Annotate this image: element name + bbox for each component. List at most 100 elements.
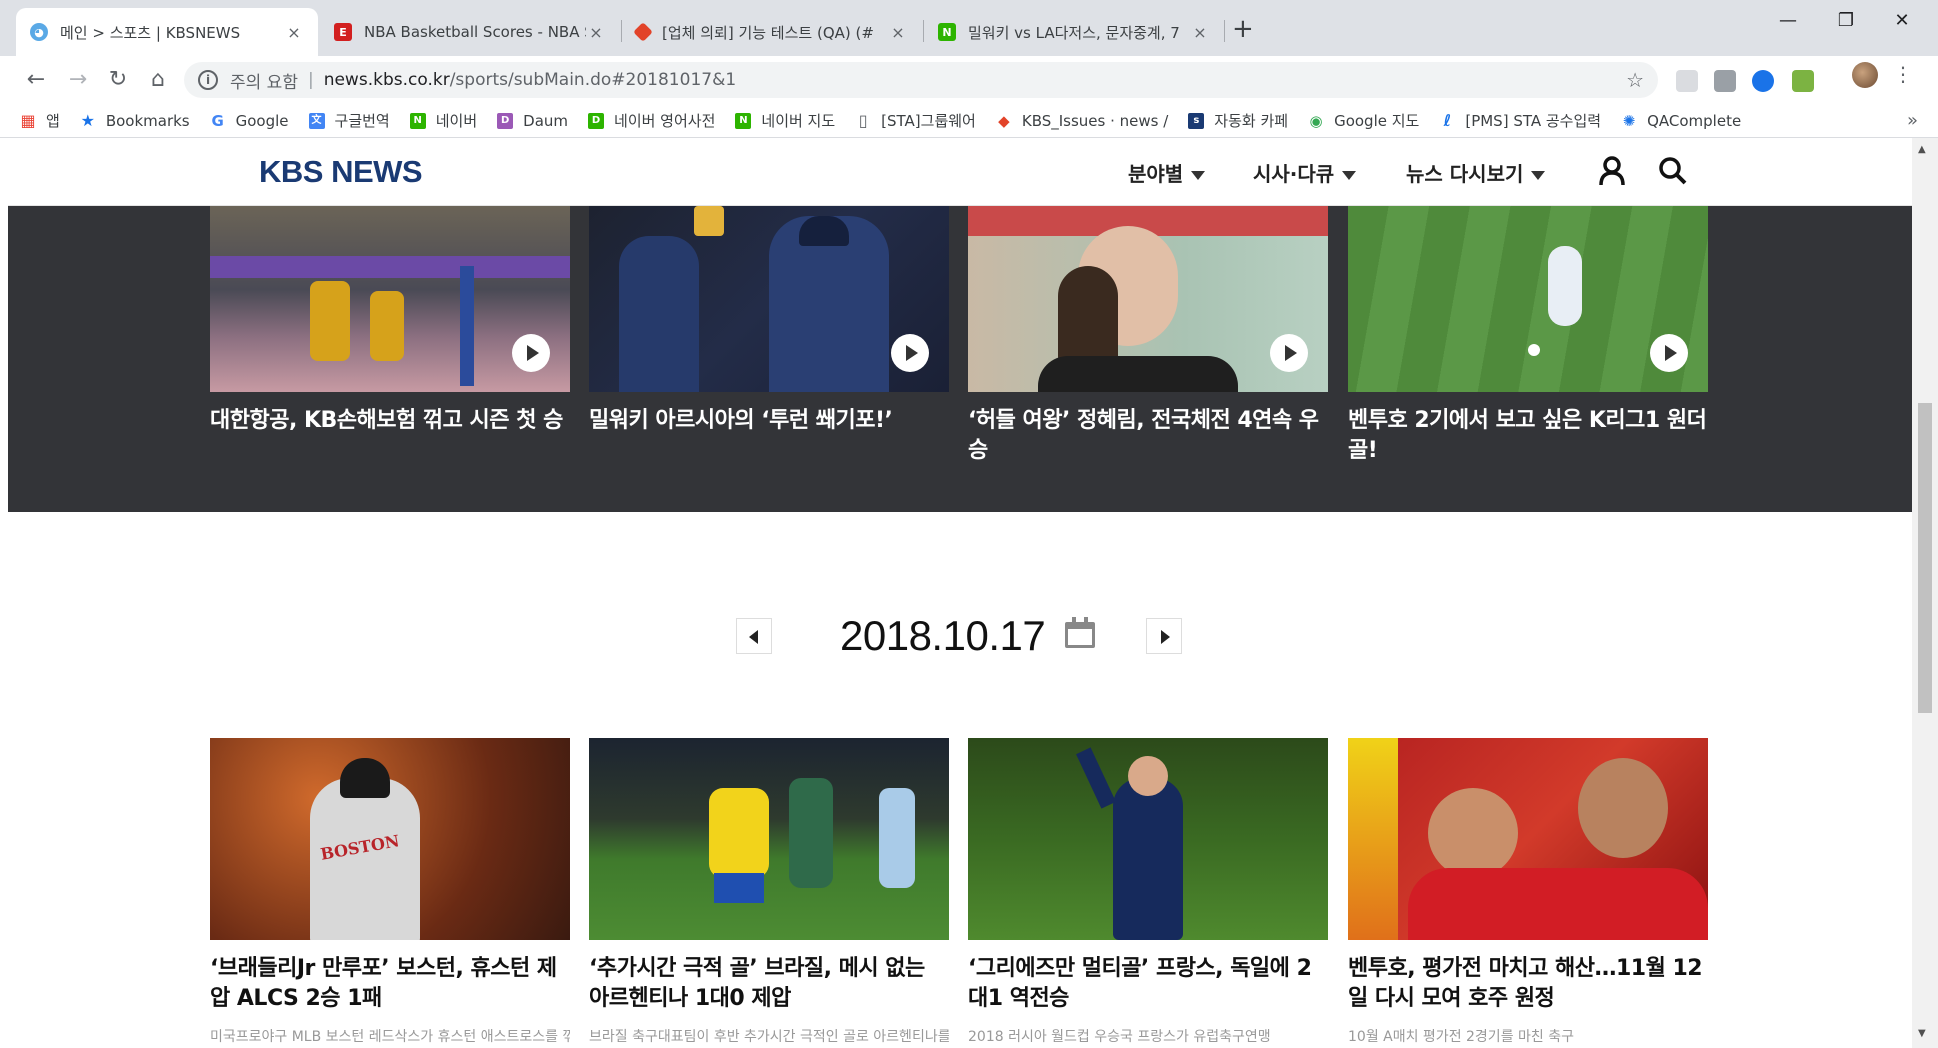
- star-icon: ★: [80, 110, 95, 130]
- back-button[interactable]: ←: [20, 64, 52, 96]
- news-summary[interactable]: 2018 러시아 월드컵 우승국 프랑스가 유럽축구연맹: [968, 1026, 1328, 1046]
- search-icon[interactable]: [1658, 156, 1688, 193]
- play-icon[interactable]: [1270, 334, 1308, 372]
- scroll-up-icon[interactable]: ▲: [1918, 144, 1926, 155]
- scrollbar-thumb[interactable]: [1918, 403, 1932, 713]
- window-close-button[interactable]: ✕: [1874, 10, 1930, 31]
- bookmark-kbs-issues[interactable]: ◆ KBS_Issues · news /: [996, 112, 1168, 130]
- news-thumbnail[interactable]: [589, 738, 949, 940]
- video-thumbnail[interactable]: [1348, 206, 1708, 392]
- bookmarks-bar: ▦ 앱 ★ Bookmarks G Google 文 구글번역 N 네이버 D Daum D…: [0, 104, 1938, 138]
- bookmark-star-icon[interactable]: ☆: [1626, 68, 1644, 92]
- scroll-down-icon[interactable]: ▼: [1918, 1028, 1926, 1039]
- bookmark-pms[interactable]: ℓ [PMS] STA 공수입력: [1439, 110, 1602, 131]
- bookmark-naver-map[interactable]: N 네이버 지도: [735, 110, 835, 131]
- bookmark-bookmarks[interactable]: ★ Bookmarks: [80, 112, 190, 130]
- profile-avatar[interactable]: [1852, 62, 1878, 88]
- user-icon[interactable]: [1598, 156, 1626, 193]
- ladder-extension-icon[interactable]: [1792, 70, 1814, 92]
- video-section: 대한항공, KB손해보험 꺾고 시즌 첫 승 밀워키 아르시아의 ‘투런 쐐기포…: [8, 206, 1912, 512]
- news-summary[interactable]: 브라질 축구대표팀이 후반 추가시간 극적인 골로 아르헨티나를: [589, 1026, 949, 1046]
- news-thumbnail[interactable]: BOSTON: [210, 738, 570, 940]
- bookmark-auto-cafe[interactable]: s 자동화 카페: [1188, 110, 1288, 131]
- video-thumbnail[interactable]: [968, 206, 1328, 392]
- news-card[interactable]: BOSTON ‘브래들리Jr 만루포’ 보스턴, 휴스턴 제압 ALCS 2승 …: [210, 738, 570, 1046]
- caret-down-icon: [1531, 171, 1546, 180]
- bookmark-qacomplete[interactable]: ✺ QAComplete: [1621, 112, 1741, 130]
- next-date-button[interactable]: [1146, 618, 1182, 654]
- bookmarks-overflow-icon[interactable]: »: [1907, 110, 1918, 131]
- home-button[interactable]: ⌂: [142, 64, 174, 96]
- close-icon[interactable]: ×: [888, 23, 908, 42]
- close-icon[interactable]: ×: [586, 23, 606, 42]
- play-icon[interactable]: [512, 334, 550, 372]
- forward-button[interactable]: →: [62, 64, 94, 96]
- video-thumbnail[interactable]: [589, 206, 949, 392]
- news-card[interactable]: 벤투호, 평가전 마치고 해산…11월 12일 다시 모여 호주 원정 10월 …: [1348, 738, 1708, 1046]
- address-separator: |: [307, 70, 314, 90]
- network-extension-icon[interactable]: [1752, 70, 1774, 92]
- video-title[interactable]: 밀워키 아르시아의 ‘투런 쐐기포!’: [589, 406, 949, 436]
- nav-news-replay[interactable]: 뉴스 다시보기: [1406, 158, 1546, 187]
- play-icon[interactable]: [891, 334, 929, 372]
- current-date: 2018.10.17: [840, 612, 1046, 659]
- nav-current-affairs[interactable]: 시사·다큐: [1253, 158, 1357, 187]
- news-title[interactable]: ‘브래들리Jr 만루포’ 보스턴, 휴스턴 제압 ALCS 2승 1패: [210, 954, 570, 1014]
- maximize-button[interactable]: ❐: [1818, 10, 1874, 31]
- kbs-news-logo[interactable]: KBS NEWS: [259, 154, 423, 190]
- video-title[interactable]: 벤투호 2기에서 보고 싶은 K리그1 원더골!: [1348, 406, 1708, 466]
- qacomplete-icon: ✺: [1622, 111, 1636, 130]
- news-title[interactable]: ‘추가시간 극적 골’ 브라질, 메시 없는 아르헨티나 1대0 제압: [589, 954, 949, 1014]
- bookmark-naver[interactable]: N 네이버: [409, 110, 477, 131]
- news-card[interactable]: ‘추가시간 극적 골’ 브라질, 메시 없는 아르헨티나 1대0 제압 브라질 …: [589, 738, 949, 1046]
- bookmark-daum[interactable]: D Daum: [497, 112, 568, 130]
- reload-button[interactable]: ↻: [102, 64, 134, 96]
- video-title[interactable]: ‘허들 여왕’ 정혜림, 전국체전 4연속 우승: [968, 406, 1328, 466]
- news-summary[interactable]: 미국프로야구 MLB 보스턴 레드삭스가 휴스턴 애스트로스를 꺾고: [210, 1026, 570, 1046]
- news-summary[interactable]: 10월 A매치 평가전 2경기를 마친 축구: [1348, 1026, 1708, 1046]
- browser-menu-icon[interactable]: ⋮: [1893, 62, 1913, 86]
- play-icon[interactable]: [1650, 334, 1688, 372]
- bookmark-translate[interactable]: 文 구글번역: [308, 110, 390, 131]
- minimize-button[interactable]: —: [1760, 10, 1816, 31]
- bookmark-google-maps[interactable]: ◉ Google 지도: [1308, 110, 1420, 131]
- ex-extension-icon[interactable]: [1714, 70, 1736, 92]
- news-card[interactable]: ‘그리에즈만 멀티골’ 프랑스, 독일에 2대1 역전승 2018 러시아 월드…: [968, 738, 1328, 1046]
- video-thumbnail[interactable]: [210, 206, 570, 392]
- security-warning[interactable]: 주의 요함: [230, 68, 298, 93]
- bookmark-google[interactable]: G Google: [210, 112, 288, 130]
- video-card[interactable]: 벤투호 2기에서 보고 싶은 K리그1 원더골!: [1348, 206, 1708, 466]
- prev-date-button[interactable]: [736, 618, 772, 654]
- news-thumbnail[interactable]: [1348, 738, 1708, 940]
- bookmark-naver-dict[interactable]: D 네이버 영어사전: [588, 110, 715, 131]
- page-scrollbar[interactable]: ▲ ▼: [1912, 138, 1938, 1048]
- info-icon[interactable]: i: [198, 70, 218, 90]
- close-icon[interactable]: ×: [1190, 23, 1210, 42]
- news-thumbnail[interactable]: [968, 738, 1328, 940]
- gitlab-favicon: [633, 22, 653, 42]
- calendar-icon[interactable]: [1065, 617, 1095, 648]
- url-host: news.kbs.co.kr: [323, 70, 450, 90]
- video-title[interactable]: 대한항공, KB손해보험 꺾고 시즌 첫 승: [210, 406, 570, 436]
- video-card[interactable]: 대한항공, KB손해보험 꺾고 시즌 첫 승: [210, 206, 570, 436]
- cast-extension-icon[interactable]: [1676, 70, 1698, 92]
- news-title[interactable]: ‘그리에즈만 멀티골’ 프랑스, 독일에 2대1 역전승: [968, 954, 1328, 1014]
- tab-kbs[interactable]: ◕ 메인 > 스포츠 | KBSNEWS ×: [16, 8, 318, 56]
- address-bar[interactable]: i 주의 요함 | news.kbs.co.kr /sports/subMain…: [184, 62, 1658, 98]
- tab-naver[interactable]: N 밀워키 vs LA다저스, 문자중계, 7 ×: [924, 8, 1224, 56]
- tab-nba[interactable]: E NBA Basketball Scores - NBA Sc ×: [320, 8, 620, 56]
- bookmark-apps[interactable]: ▦ 앱: [20, 110, 59, 131]
- page-icon: ▯: [858, 110, 868, 130]
- apps-icon: ▦: [20, 110, 36, 130]
- tab-title: NBA Basketball Scores - NBA Sc: [364, 23, 586, 41]
- video-card[interactable]: 밀워키 아르시아의 ‘투런 쐐기포!’: [589, 206, 949, 436]
- close-icon[interactable]: ×: [284, 23, 304, 42]
- page-viewport: KBS NEWS 분야별 시사·다큐 뉴스 다시보기 대한항공, KB손해보험 …: [8, 138, 1912, 1048]
- bookmark-groupware[interactable]: ▯ [STA]그룹웨어: [855, 110, 976, 131]
- news-title[interactable]: 벤투호, 평가전 마치고 해산…11월 12일 다시 모여 호주 원정: [1348, 954, 1708, 1014]
- tab-gitlab[interactable]: [업체 의뢰] 기능 테스트 (QA) (# ×: [622, 8, 922, 56]
- tab-separator: [1224, 20, 1225, 42]
- video-card[interactable]: ‘허들 여왕’ 정혜림, 전국체전 4연속 우승: [968, 206, 1328, 466]
- nav-category[interactable]: 분야별: [1128, 158, 1206, 187]
- new-tab-button[interactable]: +: [1232, 14, 1254, 44]
